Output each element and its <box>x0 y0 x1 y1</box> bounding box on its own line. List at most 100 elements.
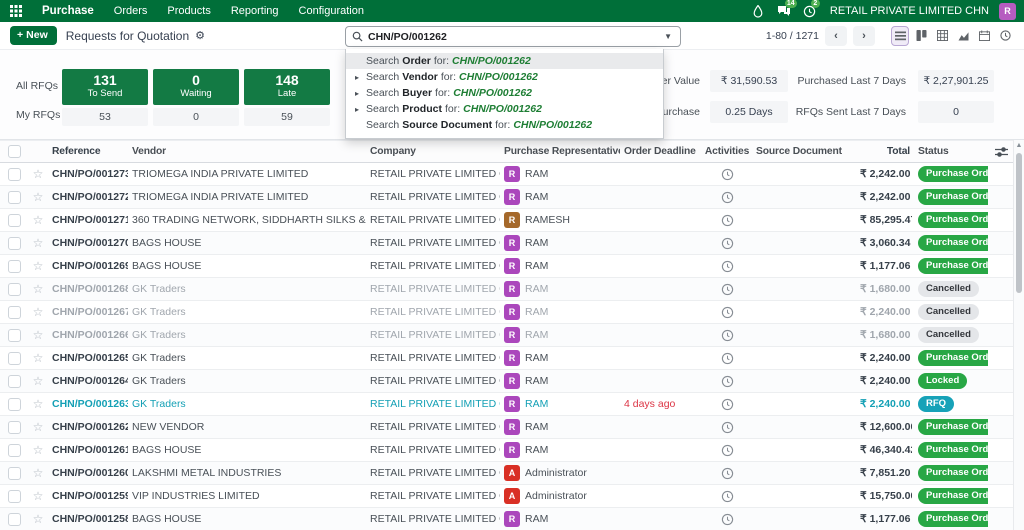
favorite-star-icon[interactable]: ☆ <box>28 209 48 232</box>
activity-clock-icon[interactable] <box>702 513 752 526</box>
expand-icon[interactable]: ▸ <box>355 73 359 82</box>
select-all-checkbox[interactable] <box>7 145 21 158</box>
favorite-star-icon[interactable]: ☆ <box>28 163 48 186</box>
col-header-status[interactable]: Status <box>912 146 988 157</box>
table-row[interactable]: ☆ CHN/PO/001262 NEW VENDOR RETAIL PRIVAT… <box>0 416 1024 439</box>
activity-clock-icon[interactable] <box>702 237 752 250</box>
table-row[interactable]: ☆ CHN/PO/001261 BAGS HOUSE RETAIL PRIVAT… <box>0 439 1024 462</box>
activity-clock-icon[interactable] <box>702 375 752 388</box>
activity-clock-icon[interactable] <box>702 191 752 204</box>
activity-clock-icon[interactable] <box>702 421 752 434</box>
activity-clock-icon[interactable] <box>702 398 752 411</box>
activity-clock-icon[interactable] <box>702 352 752 365</box>
calendar-view-button[interactable] <box>975 26 993 46</box>
favorite-star-icon[interactable]: ☆ <box>28 186 48 209</box>
col-header-source-document[interactable]: Source Document <box>752 146 856 157</box>
row-checkbox[interactable] <box>7 259 21 273</box>
activity-clock-icon[interactable] <box>702 467 752 480</box>
kpi-my-to-send[interactable]: 53 <box>62 108 148 126</box>
expand-icon[interactable]: ▸ <box>355 89 359 98</box>
col-header-total[interactable]: Total <box>856 146 912 157</box>
suggestion-buyer[interactable]: ▸ Search Buyer for: CHN/PO/001262 <box>346 85 663 101</box>
col-header-order-deadline[interactable]: Order Deadline <box>620 146 702 157</box>
favorite-star-icon[interactable]: ☆ <box>28 278 48 301</box>
expand-icon[interactable]: ▸ <box>355 105 359 114</box>
gear-icon[interactable]: ⚙ <box>195 29 205 42</box>
user-avatar[interactable]: R <box>999 2 1016 20</box>
favorite-star-icon[interactable]: ☆ <box>28 324 48 347</box>
search-dropdown-caret-icon[interactable]: ▼ <box>662 32 674 41</box>
activity-view-button[interactable] <box>996 26 1014 46</box>
favorite-star-icon[interactable]: ☆ <box>28 255 48 278</box>
search-input[interactable]: CHN/PO/001262 <box>368 31 657 43</box>
table-row[interactable]: ☆ CHN/PO/001260 LAKSHMI METAL INDUSTRIES… <box>0 462 1024 485</box>
favorite-star-icon[interactable]: ☆ <box>28 393 48 416</box>
apps-grid-icon[interactable] <box>8 3 24 19</box>
company-name[interactable]: RETAIL PRIVATE LIMITED CHN <box>830 5 989 17</box>
new-button[interactable]: + New <box>10 26 57 45</box>
col-header-activities[interactable]: Activities <box>702 146 752 157</box>
row-checkbox[interactable] <box>7 236 21 250</box>
row-checkbox[interactable] <box>7 397 21 411</box>
search-bar[interactable]: CHN/PO/001262 ▼ <box>345 26 681 47</box>
table-row[interactable]: ☆ CHN/PO/001273 TRIOMEGA INDIA PRIVATE L… <box>0 163 1024 186</box>
activity-clock-icon[interactable] <box>702 283 752 296</box>
avg-order-value[interactable]: ₹ 31,590.53 <box>710 70 788 92</box>
favorite-star-icon[interactable]: ☆ <box>28 485 48 508</box>
col-header-company[interactable]: Company <box>366 146 500 157</box>
favorite-star-icon[interactable]: ☆ <box>28 416 48 439</box>
messages-icon[interactable]: 14 <box>776 0 797 19</box>
table-row[interactable]: ☆ CHN/PO/001259 VIP INDUSTRIES LIMITED R… <box>0 485 1024 508</box>
menu-purchase[interactable]: Purchase <box>34 0 102 22</box>
activity-clock-icon[interactable] <box>702 260 752 273</box>
row-checkbox[interactable] <box>7 374 21 388</box>
suggestion-product[interactable]: ▸ Search Product for: CHN/PO/001262 <box>346 101 663 117</box>
activity-clock-icon[interactable] <box>702 329 752 342</box>
avg-days-to-purchase[interactable]: 0.25 Days <box>710 101 788 123</box>
table-row[interactable]: ☆ CHN/PO/001271 360 TRADING NETWORK, SID… <box>0 209 1024 232</box>
col-header-reference[interactable]: Reference <box>48 146 128 157</box>
suggestion-vendor[interactable]: ▸ Search Vendor for: CHN/PO/001262 <box>346 69 663 85</box>
table-row[interactable]: ☆ CHN/PO/001272 TRIOMEGA INDIA PRIVATE L… <box>0 186 1024 209</box>
activity-clock-icon[interactable] <box>702 168 752 181</box>
menu-products[interactable]: Products <box>159 0 218 22</box>
menu-orders[interactable]: Orders <box>106 0 156 22</box>
favorite-star-icon[interactable]: ☆ <box>28 232 48 255</box>
row-checkbox[interactable] <box>7 213 21 227</box>
kanban-view-button[interactable] <box>912 26 930 46</box>
menu-configuration[interactable]: Configuration <box>291 0 372 22</box>
table-row[interactable]: ☆ CHN/PO/001265 GK Traders RETAIL PRIVAT… <box>0 347 1024 370</box>
table-row[interactable]: ☆ CHN/PO/001258 BAGS HOUSE RETAIL PRIVAT… <box>0 508 1024 530</box>
favorite-star-icon[interactable]: ☆ <box>28 508 48 530</box>
pager-prev-button[interactable]: ‹ <box>825 25 847 46</box>
table-row[interactable]: ☆ CHN/PO/001263 GK Traders RETAIL PRIVAT… <box>0 393 1024 416</box>
row-checkbox[interactable] <box>7 328 21 342</box>
purchased-last-7-days[interactable]: ₹ 2,27,901.25 <box>918 70 994 92</box>
favorite-star-icon[interactable]: ☆ <box>28 301 48 324</box>
row-checkbox[interactable] <box>7 351 21 365</box>
row-checkbox[interactable] <box>7 489 21 503</box>
suggestion-order[interactable]: Search Order for: CHN/PO/001262 <box>346 53 663 69</box>
table-row[interactable]: ☆ CHN/PO/001269 BAGS HOUSE RETAIL PRIVAT… <box>0 255 1024 278</box>
vertical-scrollbar[interactable]: ▲ <box>1013 140 1024 530</box>
table-row[interactable]: ☆ CHN/PO/001268 GK Traders RETAIL PRIVAT… <box>0 278 1024 301</box>
table-row[interactable]: ☆ CHN/PO/001264 GK Traders RETAIL PRIVAT… <box>0 370 1024 393</box>
row-checkbox[interactable] <box>7 305 21 319</box>
row-checkbox[interactable] <box>7 512 21 526</box>
favorite-star-icon[interactable]: ☆ <box>28 462 48 485</box>
pager-next-button[interactable]: › <box>853 25 875 46</box>
col-header-vendor[interactable]: Vendor <box>128 146 366 157</box>
col-header-purchase-representative[interactable]: Purchase Representative <box>500 146 620 157</box>
activity-clock-icon[interactable] <box>702 214 752 227</box>
kpi-my-waiting[interactable]: 0 <box>153 108 239 126</box>
row-checkbox[interactable] <box>7 466 21 480</box>
row-checkbox[interactable] <box>7 443 21 457</box>
activity-clock-icon[interactable] <box>702 444 752 457</box>
activity-clock-icon[interactable] <box>702 490 752 503</box>
table-row[interactable]: ☆ CHN/PO/001267 GK Traders RETAIL PRIVAT… <box>0 301 1024 324</box>
kpi-to-send[interactable]: 131 To Send <box>62 69 148 105</box>
scroll-up-arrow-icon[interactable]: ▲ <box>1014 140 1024 152</box>
kpi-my-late[interactable]: 59 <box>244 108 330 126</box>
kpi-late[interactable]: 148 Late <box>244 69 330 105</box>
list-view-button[interactable] <box>891 25 909 46</box>
